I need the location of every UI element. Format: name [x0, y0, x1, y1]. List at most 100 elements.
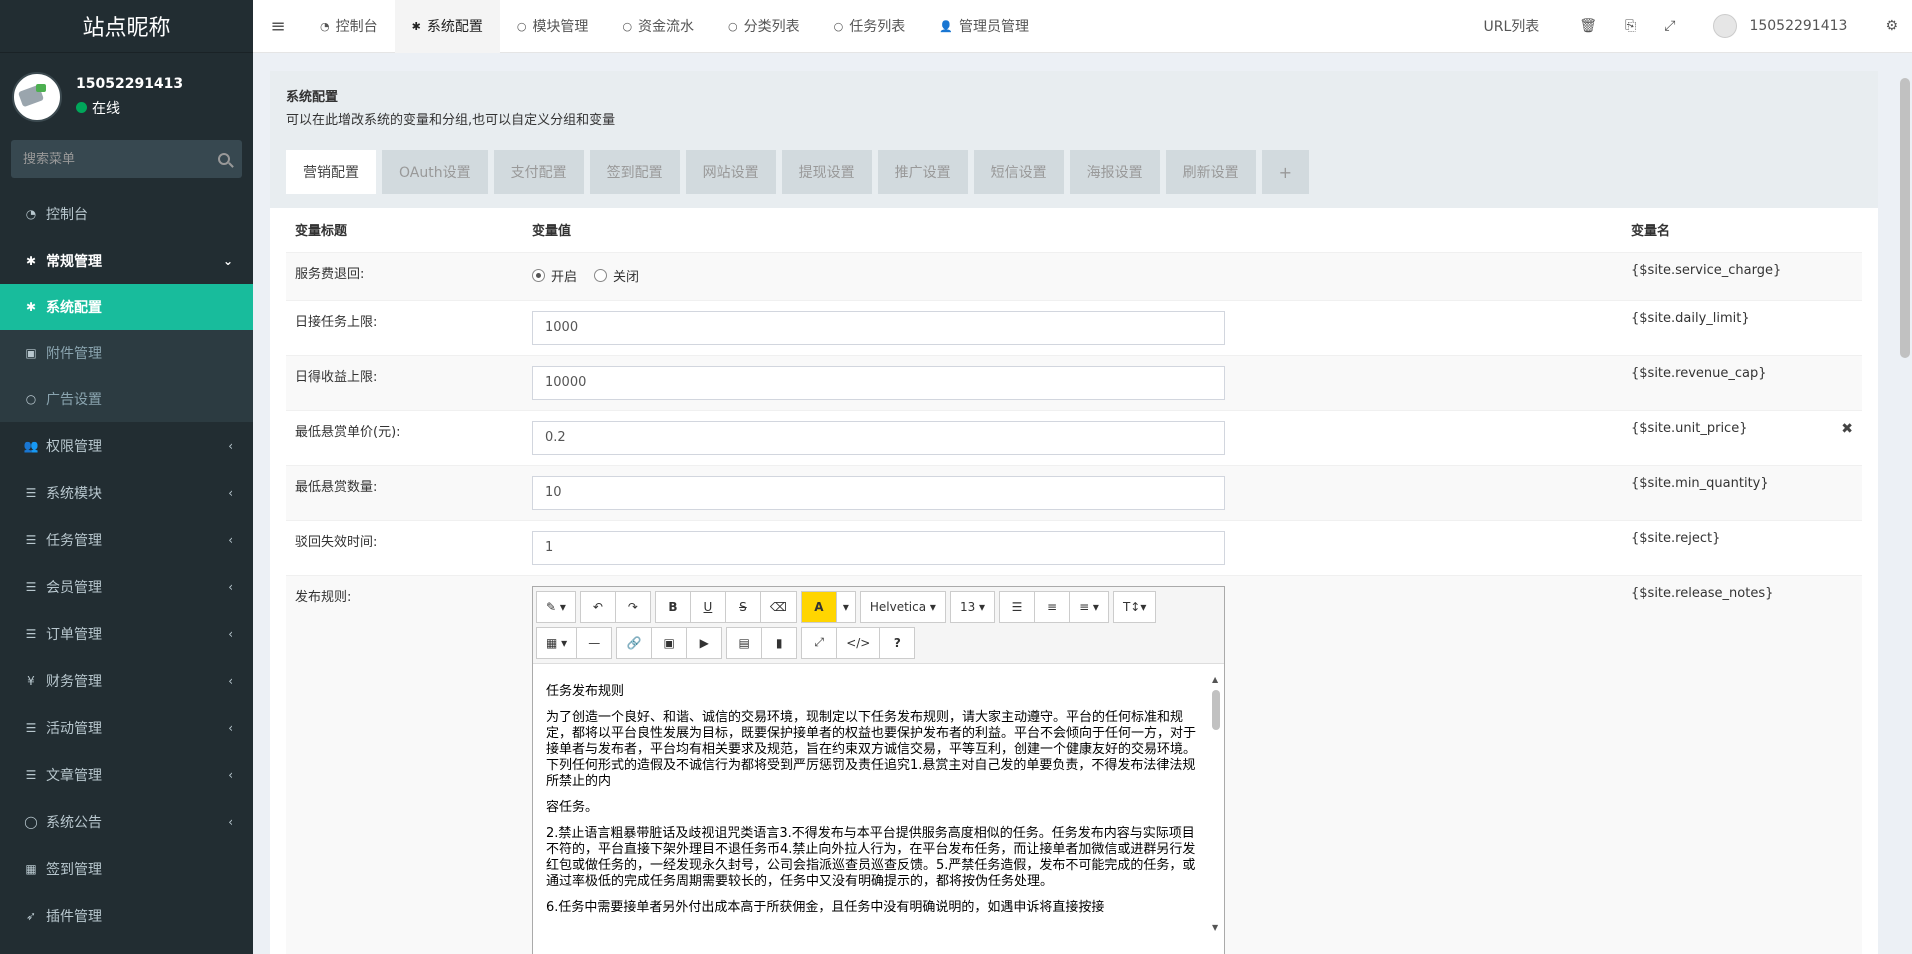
menu-search-input[interactable]: [23, 151, 203, 167]
sidebar-item-plugins[interactable]: ➶ 插件管理: [0, 892, 253, 939]
daily-limit-input[interactable]: 1000: [532, 310, 1225, 345]
revenue-cap-input[interactable]: 10000: [532, 365, 1225, 400]
col-header-value: 变量值: [523, 208, 1622, 253]
tab-system-config[interactable]: ✱ 系统配置: [394, 0, 500, 53]
sidebar-item-modules[interactable]: ☰ 系统模块 ‹: [0, 469, 253, 516]
panel-body: 变量标题 变量值 变量名 服务费退回: 开启 关闭 {$site.service…: [270, 208, 1878, 954]
bold-icon[interactable]: B: [654, 590, 691, 623]
user-menu[interactable]: 15052291413: [1699, 14, 1861, 38]
sidebar-item-articles[interactable]: ☰ 文章管理 ‹: [0, 751, 253, 798]
unit-price-input[interactable]: 0.2: [532, 420, 1225, 455]
dashboard-icon: ◔: [320, 19, 330, 33]
tab-marketing[interactable]: 营销配置: [286, 150, 376, 194]
scrollbar-thumb[interactable]: [1212, 689, 1220, 730]
tab-task-list[interactable]: ○ 任务列表: [817, 0, 923, 53]
close-icon[interactable]: ✖: [1841, 421, 1853, 437]
link-icon[interactable]: 🔗: [616, 626, 653, 659]
eraser-icon[interactable]: ⌫: [759, 590, 797, 623]
row-title: 服务费退回:: [286, 251, 523, 300]
help-icon[interactable]: ?: [879, 626, 916, 659]
sidebar-item-checkin[interactable]: ▦ 签到管理: [0, 845, 253, 892]
tab-poster[interactable]: 海报设置: [1069, 150, 1160, 194]
add-tab-button[interactable]: +: [1261, 150, 1309, 194]
tab-withdraw[interactable]: 提现设置: [781, 150, 872, 194]
fullscreen-icon[interactable]: ⤢: [801, 626, 838, 659]
image-icon[interactable]: ▣: [651, 626, 688, 659]
sidebar-item-permissions[interactable]: 👥 权限管理 ‹: [0, 422, 253, 469]
numbered-list-icon[interactable]: ≡: [1034, 590, 1071, 623]
translate-icon[interactable]: ⎘: [1611, 18, 1650, 34]
sidebar-item-system-config[interactable]: ✱ 系统配置: [0, 284, 253, 330]
tab-dashboard[interactable]: ◔ 控制台: [303, 0, 395, 53]
min-quantity-input[interactable]: 10: [532, 475, 1225, 510]
tab-admins[interactable]: 👤 管理员管理: [922, 0, 1046, 53]
tab-funds[interactable]: ○ 资金流水: [605, 0, 711, 53]
tab-website[interactable]: 网站设置: [685, 150, 776, 194]
line-height-icon[interactable]: T↕▾: [1112, 590, 1157, 623]
trash-icon[interactable]: 🗑: [1565, 18, 1611, 34]
list-icon: ☰: [25, 626, 37, 641]
sidebar-item-orders[interactable]: ☰ 订单管理 ‹: [0, 610, 253, 657]
list-icon: ☰: [25, 767, 37, 782]
video-icon[interactable]: ▶: [686, 626, 723, 659]
table-icon[interactable]: ▦ ▾: [536, 626, 578, 659]
horizontal-rule-icon[interactable]: —: [576, 626, 613, 659]
radio-on[interactable]: [532, 268, 545, 282]
sidebar-item-dashboard[interactable]: ◔ 控制台: [0, 190, 253, 237]
editor-paragraph: 2.禁止语言粗暴带脏话及歧视诅咒类语言3.不得发布与本平台提供服务高度相似的任务…: [546, 825, 1196, 889]
font-family-select[interactable]: Helvetica ▾: [859, 590, 946, 623]
user-name: 15052291413: [76, 75, 184, 92]
chevron-left-icon: ‹: [228, 767, 233, 782]
editor-content[interactable]: 任务发布规则 为了创造一个良好、和谐、诚信的交易环境，现制定以下任务发布规则，请…: [533, 664, 1224, 939]
tab-categories[interactable]: ○ 分类列表: [711, 0, 817, 53]
sidebar-item-members[interactable]: ☰ 会员管理 ‹: [0, 563, 253, 610]
bullet-list-icon[interactable]: ☰: [999, 590, 1036, 623]
editor-scrollbar[interactable]: ▲ ▼: [1211, 672, 1221, 936]
sidebar-item-tasks[interactable]: ☰ 任务管理 ‹: [0, 516, 253, 563]
tab-promotion[interactable]: 推广设置: [877, 150, 968, 194]
radio-off[interactable]: [594, 268, 608, 282]
sidebar-item-announcements[interactable]: ◯ 系统公告 ‹: [0, 798, 253, 845]
upload-image-icon[interactable]: ▤: [726, 626, 763, 659]
tab-refresh[interactable]: 刷新设置: [1165, 150, 1256, 194]
fullscreen-icon[interactable]: ⤢: [1650, 18, 1689, 34]
magic-style-icon[interactable]: ✎ ▾: [536, 590, 576, 623]
chevron-left-icon: ‹: [228, 438, 233, 453]
row-title: 驳回失效时间:: [286, 519, 523, 575]
scroll-down-icon[interactable]: ▼: [1212, 920, 1218, 936]
align-icon[interactable]: ≡ ▾: [1069, 590, 1109, 623]
sidebar-item-activities[interactable]: ☰ 活动管理 ‹: [0, 704, 253, 751]
redo-icon[interactable]: ↷: [614, 590, 651, 623]
tab-oauth[interactable]: OAuth设置: [382, 150, 488, 194]
row-title: 日接任务上限:: [286, 299, 523, 355]
sidebar-item-general[interactable]: ✱ 常规管理 ⌄: [0, 237, 253, 284]
site-logo[interactable]: 站点昵称: [0, 0, 253, 53]
chevron-down-icon: ⌄: [222, 253, 233, 268]
tab-modules[interactable]: ○ 模块管理: [500, 0, 606, 53]
settings-icon[interactable]: ⚙: [1871, 18, 1912, 34]
reject-input[interactable]: 1: [532, 530, 1225, 565]
circle-icon: ○: [833, 19, 844, 33]
list-icon: ☰: [25, 579, 37, 594]
tab-sms[interactable]: 短信设置: [973, 150, 1064, 194]
search-icon[interactable]: [218, 153, 230, 165]
menu-toggle-icon[interactable]: ≡: [253, 16, 303, 37]
color-dropdown-icon[interactable]: ▾: [835, 590, 856, 623]
file-icon[interactable]: ▮: [761, 626, 798, 659]
sidebar-item-attachments[interactable]: ▣ 附件管理: [0, 330, 253, 376]
chevron-left-icon: ‹: [228, 673, 233, 688]
font-size-select[interactable]: 13 ▾: [949, 590, 996, 623]
strikethrough-icon[interactable]: S: [724, 590, 761, 623]
undo-icon[interactable]: ↶: [579, 590, 616, 623]
code-view-icon[interactable]: </>: [836, 626, 881, 659]
tab-checkin[interactable]: 签到配置: [589, 150, 680, 194]
scroll-up-icon[interactable]: ▲: [1212, 672, 1218, 688]
highlight-color-icon[interactable]: A: [800, 590, 837, 623]
editor-paragraph: 为了创造一个良好、和谐、诚信的交易环境，现制定以下任务发布规则，请大家主动遵守。…: [546, 709, 1197, 789]
url-list-link[interactable]: URL列表: [1469, 16, 1553, 36]
page-scrollbar[interactable]: [1900, 78, 1910, 358]
tab-payment[interactable]: 支付配置: [493, 150, 584, 194]
underline-icon[interactable]: U: [689, 590, 726, 623]
sidebar-item-finance[interactable]: ¥ 财务管理 ‹: [0, 657, 253, 704]
sidebar-item-ads[interactable]: ○ 广告设置: [0, 376, 253, 422]
